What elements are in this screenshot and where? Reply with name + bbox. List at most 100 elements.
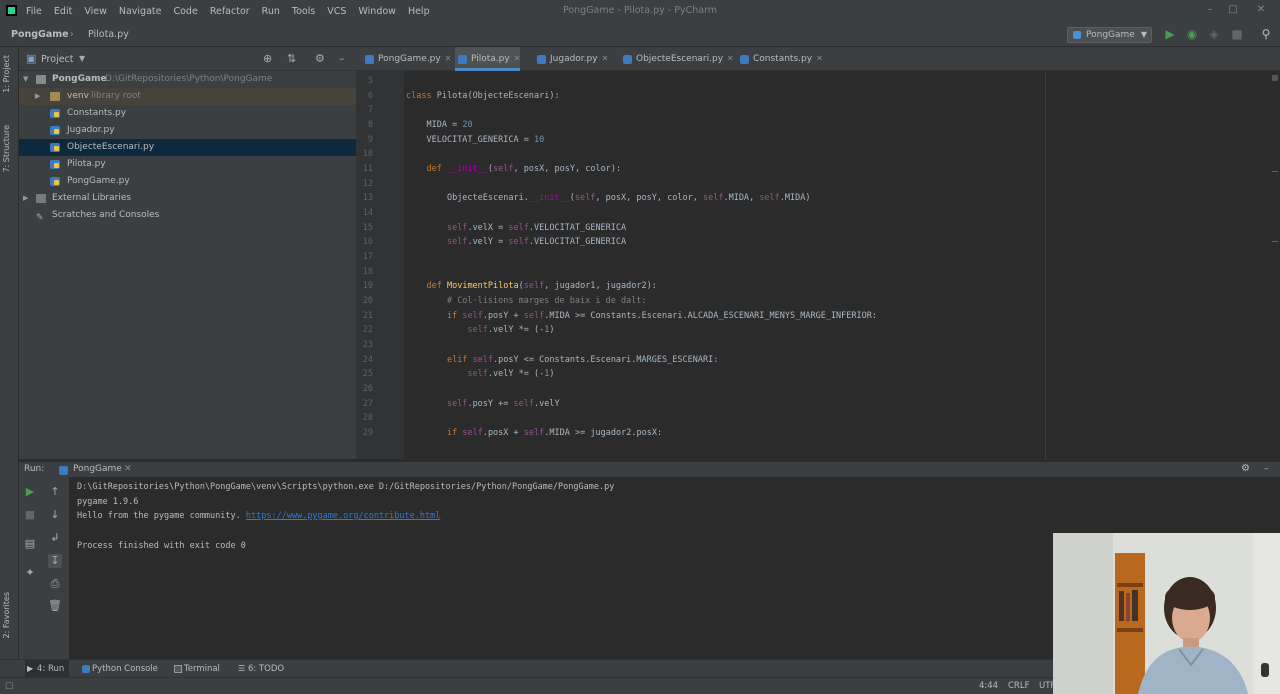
run-configuration-label: PongGame (1086, 30, 1135, 40)
menu-window[interactable]: Window (358, 6, 395, 17)
line-number: 22 (362, 325, 373, 336)
breadcrumb-file[interactable]: Pilota.py (88, 29, 129, 40)
line-number: 6 (367, 90, 373, 101)
tool-tab-label: 6: TODO (248, 664, 285, 674)
menu-bar: File Edit View Navigate Code Refactor Ru… (26, 0, 442, 22)
rerun-icon[interactable]: ▶ (23, 485, 37, 499)
tree-item-pilota[interactable]: Pilota.py (19, 156, 356, 173)
project-tool-tab[interactable]: 1: Project (2, 55, 11, 93)
chevron-down-icon[interactable]: ▼ (79, 54, 85, 63)
debug-icon[interactable]: ◉ (1185, 27, 1199, 41)
python-file-icon (458, 55, 467, 64)
favorites-tool-tab[interactable]: 2: Favorites (2, 592, 11, 638)
menu-refactor[interactable]: Refactor (210, 6, 250, 17)
layout-icon[interactable]: ▤ (23, 537, 37, 551)
tree-item-root[interactable]: ▼ PongGame D:\GitRepositories\Python\Pon… (19, 71, 356, 88)
chevron-down-icon[interactable]: ▼ (23, 71, 28, 88)
line-separator[interactable]: CRLF (1008, 681, 1029, 691)
tab-objecteescenari[interactable]: ObjecteEscenari.py ✕ (620, 47, 734, 71)
tree-item-ponggame[interactable]: PongGame.py (19, 173, 356, 190)
tree-item-jugador[interactable]: Jugador.py (19, 122, 356, 139)
tree-item-external-libraries[interactable]: ▶ External Libraries (19, 190, 356, 207)
line-number: 9 (367, 134, 373, 145)
tab-ponggame[interactable]: PongGame.py ✕ (362, 47, 451, 71)
caret-position[interactable]: 4:44 (979, 681, 998, 691)
menu-vcs[interactable]: VCS (327, 6, 346, 17)
locate-icon[interactable]: ⊕ (263, 52, 272, 65)
hide-icon[interactable]: – (1264, 464, 1269, 474)
scroll-to-end-icon[interactable]: ↧ (48, 554, 62, 568)
pygame-contribute-link[interactable]: https://www.pygame.org/contribute.html (246, 511, 440, 521)
tool-tab-terminal[interactable]: Terminal (172, 660, 220, 678)
collapse-icon[interactable]: ⇅ (287, 52, 296, 65)
line-number: 15 (362, 222, 373, 233)
soft-wrap-icon[interactable]: ↲ (48, 531, 62, 545)
menu-edit[interactable]: Edit (54, 6, 72, 17)
project-panel-title[interactable]: Project (41, 54, 74, 65)
trash-icon[interactable]: 🗑 (48, 599, 62, 613)
menu-help[interactable]: Help (408, 6, 430, 17)
menu-code[interactable]: Code (173, 6, 197, 17)
close-icon[interactable]: ✕ (1254, 4, 1268, 16)
print-icon[interactable]: ⎙ (48, 577, 62, 591)
tool-tab-python-console[interactable]: Python Console (80, 660, 158, 678)
code-text: self.velY *= (-1) (467, 369, 555, 380)
tab-pilota[interactable]: Pilota.py ✕ (455, 47, 521, 71)
coverage-icon[interactable]: ◈ (1207, 27, 1221, 41)
menu-tools[interactable]: Tools (292, 6, 315, 17)
run-configuration-select[interactable]: PongGame ▼ (1067, 27, 1152, 43)
tool-tab-run[interactable]: ▶ 4: Run (25, 660, 69, 678)
tree-item-objecteescenari[interactable]: ObjecteEscenari.py (19, 139, 356, 156)
structure-tool-tab[interactable]: 7: Structure (2, 125, 11, 173)
tree-item-label: PongGame (52, 74, 107, 84)
gear-icon[interactable]: ⚙ (315, 52, 325, 65)
arrow-up-icon[interactable]: ↑ (48, 485, 62, 499)
python-file-icon (623, 55, 632, 64)
search-icon[interactable]: ⚲ (1259, 27, 1273, 41)
close-tab-icon[interactable]: ✕ (124, 464, 132, 474)
hide-icon[interactable]: – (339, 52, 345, 65)
tab-jugador[interactable]: Jugador.py ✕ (534, 47, 608, 71)
menu-file[interactable]: File (26, 6, 42, 17)
line-number: 29 (362, 428, 373, 439)
menu-run[interactable]: Run (262, 6, 280, 17)
run-icon[interactable]: ▶ (1163, 27, 1177, 41)
code-text: elif self.posY <= Constants.Escenari.MAR… (446, 354, 719, 365)
breadcrumb-project[interactable]: PongGame (11, 29, 69, 40)
tool-windows-icon[interactable]: □ (5, 681, 13, 691)
maximize-icon[interactable]: □ (1226, 4, 1240, 16)
close-tab-icon[interactable]: ✕ (514, 54, 521, 63)
close-tab-icon[interactable]: ✕ (816, 54, 823, 63)
chevron-right-icon[interactable]: ▶ (35, 88, 40, 105)
line-number: 26 (362, 384, 373, 395)
line-number: 10 (362, 149, 373, 160)
arrow-down-icon[interactable]: ↓ (48, 508, 62, 522)
tree-item-scratches[interactable]: ✎ Scratches and Consoles (19, 207, 356, 224)
line-number: 16 (362, 237, 373, 248)
tree-item-venv[interactable]: ▶ venv library root (19, 88, 356, 105)
tree-item-label: Pilota.py (67, 159, 106, 169)
close-tab-icon[interactable]: ✕ (602, 54, 609, 63)
close-tab-icon[interactable]: ✕ (445, 54, 452, 63)
python-file-icon (50, 126, 60, 135)
tree-item-label: External Libraries (52, 193, 132, 203)
tree-item-constants[interactable]: Constants.py (19, 105, 356, 122)
close-tab-icon[interactable]: ✕ (727, 54, 734, 63)
menu-navigate[interactable]: Navigate (119, 6, 162, 17)
menu-view[interactable]: View (84, 6, 107, 17)
chevron-right-icon[interactable]: ▶ (23, 190, 28, 207)
minimize-icon[interactable]: – (1203, 4, 1217, 16)
pin-icon[interactable]: ✦ (23, 566, 37, 580)
tab-constants[interactable]: Constants.py ✕ (737, 47, 823, 71)
code-editor[interactable]: 5 6 class Pilota(ObjecteEscenari): 7 8 MIDA … (356, 71, 1280, 459)
line-number: 14 (362, 208, 373, 219)
tree-item-label: Scratches and Consoles (52, 210, 160, 220)
code-text: if self.posY + self.MIDA >= Constants.Es… (446, 310, 878, 321)
stop-icon[interactable]: ■ (23, 508, 37, 522)
code-text: self.velX = self.VELOCITAT_GENERICA (446, 222, 627, 233)
console-line: Hello from the pygame community. https:/… (77, 511, 440, 521)
tool-tab-todo[interactable]: ☰ 6: TODO (236, 660, 284, 678)
stop-icon[interactable]: ■ (1230, 27, 1244, 41)
run-tab-ponggame[interactable]: PongGame (73, 464, 122, 474)
gear-icon[interactable]: ⚙ (1241, 463, 1250, 474)
